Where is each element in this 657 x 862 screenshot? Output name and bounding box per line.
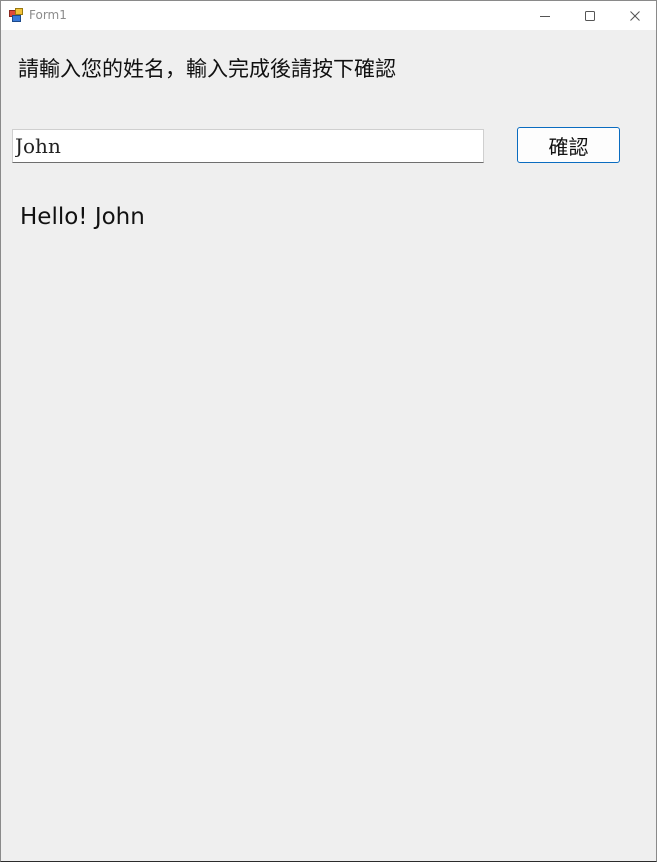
title-bar[interactable]: Form1 [1,1,656,30]
form-client-area: 請輸入您的姓名，輸入完成後請按下確認 確認 Hello! John [1,30,656,861]
app-window: Form1 請輸入您的姓名，輸入完成後請按下確認 確認 Hello! John [0,0,657,862]
close-icon [630,10,640,21]
name-input[interactable] [12,129,484,163]
prompt-label: 請輸入您的姓名，輸入完成後請按下確認 [18,57,396,81]
maximize-icon [585,10,595,21]
winforms-app-icon [9,8,23,22]
greeting-label: Hello! John [20,204,145,230]
minimize-button[interactable] [522,1,568,30]
maximize-button[interactable] [567,1,613,30]
window-title: Form1 [29,8,67,22]
minimize-icon [540,15,550,17]
close-button[interactable] [612,1,657,30]
confirm-button[interactable]: 確認 [517,127,620,163]
